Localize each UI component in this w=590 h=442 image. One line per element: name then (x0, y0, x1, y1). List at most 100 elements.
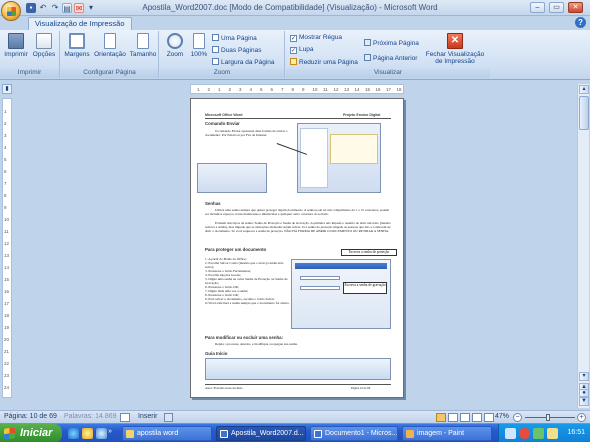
ruler-tick: 2 (228, 87, 232, 92)
close-preview-button[interactable]: ✕ Fechar Visualização de Impressão (424, 33, 486, 65)
task-paint[interactable]: imagem - Paint (402, 426, 492, 441)
undo-icon[interactable]: ↶ (38, 3, 48, 13)
language-icon[interactable] (505, 428, 516, 439)
security-icon[interactable] (519, 428, 530, 439)
shrink-one-page-button[interactable]: Reduzir uma Página (290, 58, 358, 66)
folder-icon[interactable] (82, 428, 93, 439)
windows-logo-icon (4, 427, 15, 440)
ruler-tick: 5 (4, 157, 7, 162)
options-button[interactable]: Opções (32, 33, 56, 58)
ruler-tick: 10 (312, 87, 318, 92)
zoom-level[interactable]: 47% (495, 413, 509, 420)
zoom-100-button[interactable]: 100% (188, 33, 210, 58)
show-ruler-checkbox[interactable]: ✓ Mostrar Régua (290, 34, 342, 42)
ruler-toggle-icon[interactable]: ▮ (2, 84, 12, 94)
scroll-down-icon[interactable]: ▾ (579, 372, 589, 381)
email-icon[interactable]: ✉ (74, 3, 84, 13)
two-pages-button[interactable]: Duas Páginas (212, 46, 261, 54)
view-web-layout-icon[interactable] (460, 413, 470, 422)
zoom-100-icon (193, 33, 205, 49)
macro-icon[interactable] (164, 413, 173, 422)
check-icon: ✓ (290, 35, 297, 42)
page-width-button[interactable]: Largura da Página (212, 58, 275, 66)
clock[interactable]: 16:51 (567, 429, 585, 436)
ruler-tick: 1 (4, 109, 7, 114)
redo-icon[interactable]: ↷ (50, 3, 60, 13)
print-button[interactable]: Imprimir (3, 33, 29, 58)
ruler-tick: 8 (4, 193, 7, 198)
one-page-button[interactable]: Uma Página (212, 34, 257, 42)
page-footer-left: Autor: Everaldo Jesus dos Reis (205, 386, 243, 390)
dialog-field (300, 276, 340, 280)
maximize-button[interactable]: ▭ (549, 2, 564, 13)
group-imprimir: Imprimir Opções Imprimir (0, 31, 60, 78)
document-page[interactable]: Microsoft Office Word Projeto Ensino Dig… (190, 98, 404, 398)
view-print-layout-icon[interactable] (436, 413, 446, 422)
options-label: Opções (32, 51, 56, 58)
insert-mode[interactable]: Inserir (138, 413, 157, 420)
ruler-tick: 19 (4, 325, 10, 330)
zoom-slider-thumb[interactable] (546, 414, 550, 421)
view-full-screen-icon[interactable] (448, 413, 458, 422)
ruler-tick: 12 (333, 87, 339, 92)
next-page-button[interactable]: Próxima Página (364, 39, 419, 47)
scroll-up-icon[interactable]: ▴ (579, 85, 589, 94)
previous-page-button[interactable]: Página Anterior (364, 54, 417, 62)
folder-icon (126, 430, 134, 438)
start-button[interactable]: Iniciar (0, 424, 62, 442)
previous-page-icon (364, 54, 371, 61)
quick-launch-more-icon[interactable]: » (108, 428, 116, 439)
media-icon[interactable] (96, 428, 107, 439)
view-draft-icon[interactable] (484, 413, 494, 422)
help-icon[interactable]: ? (575, 17, 586, 28)
zoom-in-icon[interactable]: + (577, 413, 586, 422)
ie-icon[interactable] (68, 428, 79, 439)
vertical-scrollbar[interactable]: ▴ ▾ ▲ ● ▼ (577, 84, 589, 408)
dialog-titlebar (295, 263, 387, 269)
save-icon[interactable]: ▪ (26, 3, 36, 13)
step-item: 2. Escolha Salvar Como (mesmo que o text… (205, 261, 284, 269)
task-documento1[interactable]: Documento1 - Micros... (310, 426, 398, 441)
word-count[interactable]: Palavras: 14.869 (64, 413, 117, 420)
group-label-imprimir: Imprimir (0, 69, 59, 78)
zoom-out-icon[interactable]: − (513, 413, 522, 422)
options-icon (36, 33, 52, 49)
scroll-thumb[interactable] (579, 96, 589, 130)
network-icon[interactable] (533, 428, 544, 439)
ruler-tick: 14 (4, 265, 10, 270)
magnifier-checkbox[interactable]: ✓ Lupa (290, 46, 313, 54)
browse-object-icon[interactable]: ● (579, 389, 589, 397)
vertical-ruler[interactable]: 1 2 3 4 5 6 7 8 9 10 11 12 13 14 15 16 17 18 19 20 21 22 23 24 (2, 98, 12, 398)
zoom-button[interactable]: Zoom (164, 33, 186, 58)
view-outline-icon[interactable] (472, 413, 482, 422)
customize-qat-icon[interactable]: ▾ (86, 3, 96, 13)
tab-print-preview[interactable]: Visualização de Impressão (28, 17, 132, 30)
submenu-panel (330, 134, 378, 164)
step-item: 5. Digite uma senha na caixa Senha de Pr… (205, 277, 288, 285)
ruler-tick: 7 (4, 181, 7, 186)
page-count[interactable]: Página: 10 de 69 (4, 413, 57, 420)
horizontal-ruler[interactable]: 1 2 1 2 3 4 5 6 7 8 9 10 11 12 13 14 15 16 17 18 (190, 84, 404, 94)
minimize-button[interactable]: – (530, 2, 545, 13)
window-title: Apostila_Word2007.doc [Modo de Compatibi… (142, 3, 438, 12)
check-icon: ✓ (290, 47, 297, 54)
task-label: apostila word (137, 430, 179, 437)
office-button[interactable] (1, 1, 21, 21)
show-ruler-label: Mostrar Régua (299, 34, 342, 41)
proofing-icon[interactable] (120, 413, 130, 422)
margins-button[interactable]: Margens (63, 33, 91, 58)
ruler-tick: 13 (344, 87, 350, 92)
print-preview-icon[interactable]: ▤ (62, 3, 72, 13)
volume-icon[interactable] (547, 428, 558, 439)
next-page-icon[interactable]: ▼ (579, 397, 589, 406)
task-apostila-word[interactable]: apostila word (122, 426, 212, 441)
ruler-tick: 4 (249, 87, 253, 92)
zoom-slider[interactable] (525, 417, 575, 418)
close-button[interactable]: ✕ (568, 2, 583, 13)
ruler-tick: 21 (4, 349, 10, 354)
ruler-tick: 9 (4, 205, 7, 210)
size-button[interactable]: Tamanho (129, 33, 157, 58)
task-apostila-doc[interactable]: Apostila_Word2007.d... (216, 426, 306, 441)
orientation-button[interactable]: Orientação (93, 33, 127, 58)
two-pages-icon (212, 46, 219, 53)
